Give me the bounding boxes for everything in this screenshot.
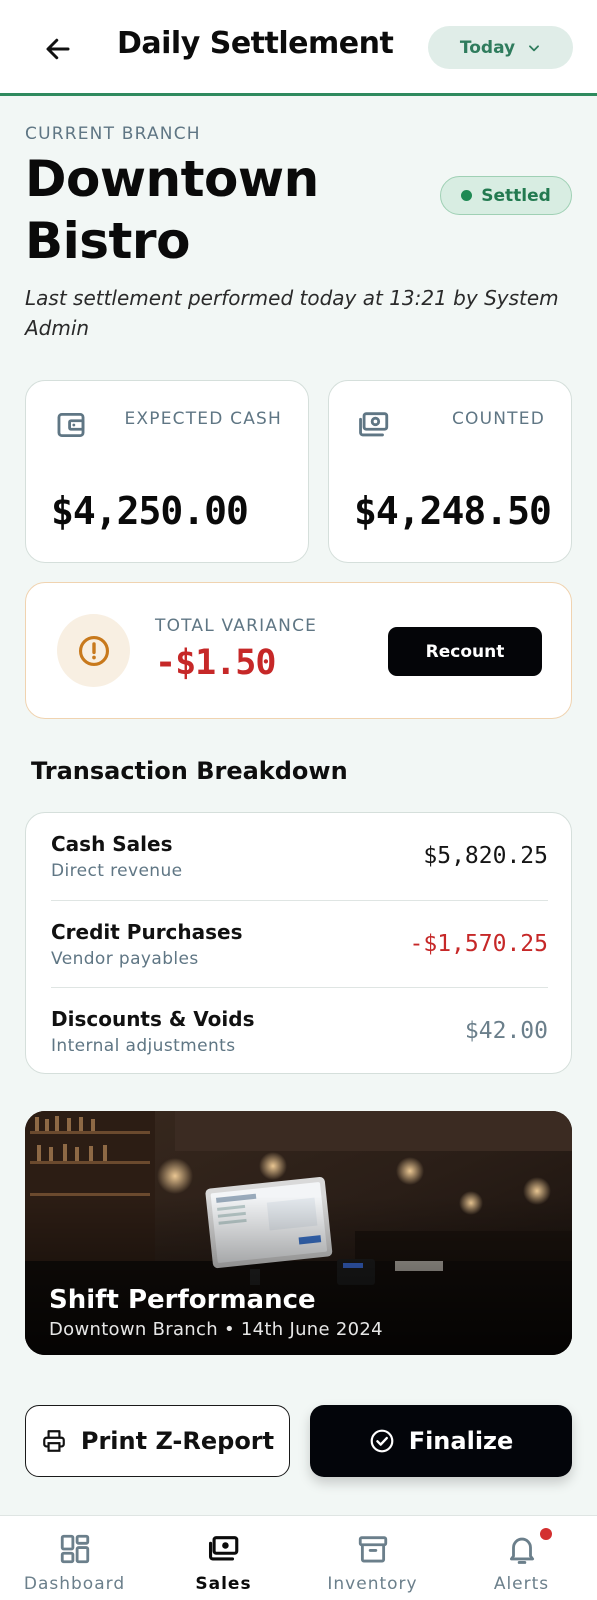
transaction-amount: $5,820.25 [423, 843, 548, 869]
expected-cash-label: EXPECTED CASH [124, 409, 282, 429]
nav-label: Dashboard [23, 1574, 126, 1594]
expected-cash-value: $4,250.00 [51, 489, 249, 533]
warning-badge [57, 614, 130, 687]
transaction-title: Credit Purchases [51, 920, 243, 944]
branch-label: CURRENT BRANCH [25, 124, 201, 144]
cash-stack-icon [359, 412, 389, 437]
arrow-left-icon [46, 38, 70, 60]
transaction-subtitle: Direct revenue [51, 861, 183, 881]
transaction-row: Cash Sales Direct revenue $5,820.25 [51, 813, 548, 900]
transaction-amount: $42.00 [464, 1018, 548, 1044]
page-title: Daily Settlement [117, 26, 394, 61]
notification-dot [540, 1528, 552, 1540]
counted-cash-label: COUNTED [451, 409, 545, 429]
check-circle-icon [370, 1429, 394, 1453]
dashboard-icon [60, 1534, 89, 1564]
counted-cash-card: COUNTED $4,248.50 [328, 380, 572, 563]
variance-card: TOTAL VARIANCE -$1.50 Recount [25, 582, 572, 719]
recount-button[interactable]: Recount [388, 627, 542, 676]
transaction-breakdown-card: Cash Sales Direct revenue $5,820.25 Cred… [25, 812, 572, 1074]
transaction-title: Discounts & Voids [51, 1007, 255, 1031]
archive-icon [358, 1536, 387, 1563]
top-app-bar: Daily Settlement Today [0, 0, 597, 96]
print-z-report-label: Print Z-Report [80, 1427, 275, 1455]
bell-icon [509, 1537, 534, 1564]
status-dot [461, 190, 473, 201]
back-button[interactable] [40, 31, 76, 67]
transaction-title: Cash Sales [51, 832, 173, 856]
alert-circle-icon [78, 635, 109, 666]
counted-cash-value: $4,248.50 [354, 489, 552, 533]
print-z-report-button[interactable]: Print Z-Report [25, 1405, 290, 1477]
nav-label: Alerts [493, 1574, 550, 1594]
nav-label: Sales [195, 1574, 252, 1594]
breakdown-title: Transaction Breakdown [31, 757, 348, 785]
chevron-down-icon [529, 44, 540, 51]
status-label: Settled [481, 185, 551, 206]
finalize-button[interactable]: Finalize [310, 1405, 572, 1477]
branch-name: Downtown Bistro [25, 150, 319, 270]
shift-performance-card[interactable]: Shift Performance Downtown Branch • 14th… [25, 1111, 572, 1355]
transaction-row: Discounts & Voids Internal adjustments $… [51, 987, 548, 1074]
wallet-icon [57, 412, 85, 438]
transaction-subtitle: Internal adjustments [51, 1036, 236, 1056]
cash-icon [208, 1536, 238, 1561]
finalize-label: Finalize [408, 1427, 514, 1455]
shift-title: Shift Performance [49, 1285, 316, 1315]
nav-item-sales[interactable]: Sales [149, 1516, 298, 1600]
last-settlement-note: Last settlement performed today at 13:21… [25, 286, 559, 340]
transaction-row: Credit Purchases Vendor payables -$1,570… [51, 900, 548, 987]
transaction-amount: -$1,570.25 [409, 931, 548, 957]
period-selector-label: Today [459, 37, 516, 58]
variance-value: -$1.50 [155, 643, 276, 683]
nav-label: Inventory [327, 1574, 418, 1594]
nav-item-dashboard[interactable]: Dashboard [0, 1516, 149, 1600]
nav-item-alerts[interactable]: Alerts [447, 1516, 596, 1600]
expected-cash-card: EXPECTED CASH $4,250.00 [25, 380, 309, 563]
variance-label: TOTAL VARIANCE [155, 616, 318, 636]
nav-item-inventory[interactable]: Inventory [298, 1516, 447, 1600]
status-badge: Settled [440, 176, 572, 215]
bottom-navigation: Dashboard Sales Inventory Alerts [0, 1515, 597, 1600]
shift-subtitle: Downtown Branch • 14th June 2024 [49, 1319, 383, 1340]
printer-icon [43, 1430, 65, 1452]
period-selector[interactable]: Today [428, 26, 573, 69]
transaction-subtitle: Vendor payables [51, 949, 199, 969]
